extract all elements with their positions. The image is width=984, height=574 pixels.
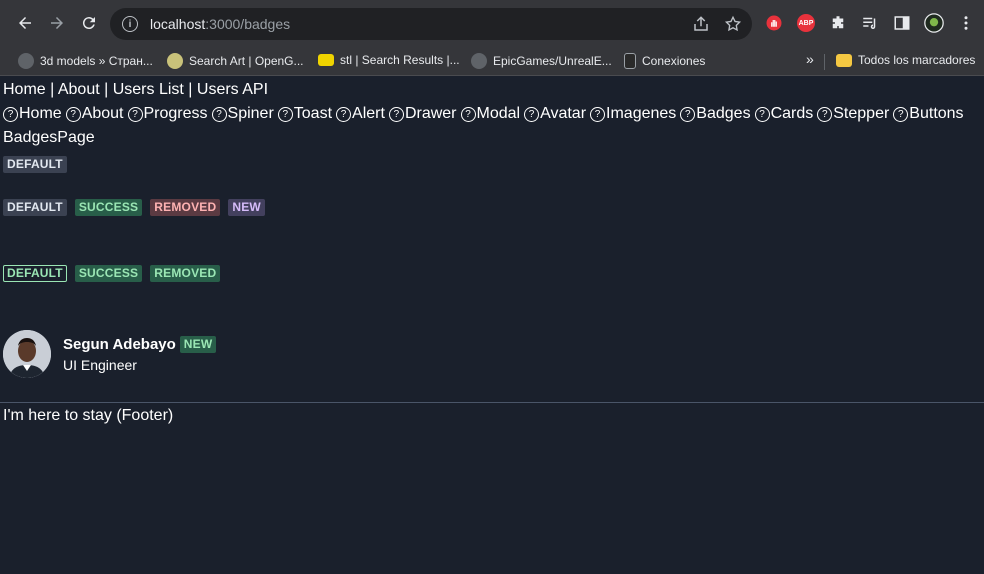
bookmark-epicgames[interactable]: EpicGames/UnrealE...	[471, 53, 612, 69]
component-link-imagenes[interactable]: ? Imagenes	[590, 105, 676, 123]
question-icon: ?	[211, 106, 227, 122]
user-profile: Segun Adebayo NEW UI Engineer	[3, 330, 217, 378]
component-link-modal[interactable]: ? Modal	[460, 105, 520, 123]
component-link-progress[interactable]: ? Progress	[127, 105, 208, 123]
component-link-spiner[interactable]: ? Spiner	[211, 105, 274, 123]
side-panel-icon[interactable]	[892, 13, 912, 33]
badge-default: DEFAULT	[3, 199, 67, 216]
badge-row-styles: DEFAULT SUCCESS REMOVED	[3, 265, 221, 282]
media-queue-icon[interactable]	[860, 13, 880, 33]
question-icon: ?	[893, 106, 909, 122]
globe-icon	[18, 53, 34, 69]
component-link-about[interactable]: ? About	[65, 105, 124, 123]
adblock-extension-icon[interactable]: ABP	[796, 13, 816, 33]
question-icon: ?	[590, 106, 606, 122]
folder-icon	[836, 53, 852, 67]
component-link-badges[interactable]: ? Badges	[680, 105, 751, 123]
question-icon: ?	[127, 106, 143, 122]
badge-row-variants: DEFAULT SUCCESS REMOVED NEW	[3, 199, 265, 216]
question-icon: ?	[3, 106, 18, 122]
avatar	[3, 330, 51, 378]
back-button[interactable]	[11, 9, 39, 37]
component-link-cards[interactable]: ? Cards	[754, 105, 813, 123]
user-photo-icon	[3, 330, 51, 378]
page-body: Home | About | Users List | Users API ? H…	[0, 77, 984, 574]
badge-new: NEW	[179, 335, 217, 353]
nav-users-api-link[interactable]: Users API	[197, 81, 268, 98]
site-info-icon[interactable]: i	[122, 16, 138, 32]
component-link-home[interactable]: ? Home	[3, 105, 62, 123]
badge-new: NEW	[228, 199, 265, 216]
component-link-alert[interactable]: ? Alert	[336, 105, 385, 123]
badge-row-single: DEFAULT	[3, 156, 67, 173]
opengameart-icon	[167, 53, 183, 69]
puzzle-extensions-icon[interactable]	[828, 13, 848, 33]
bookmark-3d-models[interactable]: 3d models » Стран...	[18, 53, 153, 69]
question-icon: ?	[817, 106, 833, 122]
component-link-drawer[interactable]: ? Drawer	[388, 105, 457, 123]
browser-toolbar: i localhost:3000/badges ABP	[0, 0, 984, 46]
hand-extension-icon[interactable]	[764, 13, 784, 33]
bookmark-search-art[interactable]: Search Art | OpenG...	[167, 53, 304, 69]
question-icon: ?	[277, 106, 293, 122]
profile-name: Segun Adebayo NEW	[63, 335, 217, 353]
top-nav: Home | About | Users List | Users API	[3, 81, 269, 98]
question-icon: ?	[336, 106, 352, 122]
component-link-buttons[interactable]: ? Buttons	[893, 105, 964, 123]
bookmarks-bar: 3d models » Стран... Search Art | OpenG.…	[0, 46, 984, 76]
component-link-avatar[interactable]: ? Avatar	[524, 105, 586, 123]
badge-default-outline: DEFAULT	[3, 265, 67, 282]
badge-removed-subtle: REMOVED	[150, 265, 221, 282]
question-icon: ?	[388, 106, 404, 122]
bookmarks-divider	[824, 54, 825, 70]
epic-icon	[624, 53, 636, 69]
question-icon: ?	[524, 106, 540, 122]
profile-avatar-icon[interactable]	[924, 13, 944, 33]
arrow-left-icon	[19, 17, 31, 29]
page-title: BadgesPage	[3, 129, 95, 146]
badge-default: DEFAULT	[3, 156, 67, 173]
bookmark-conexiones[interactable]: Conexiones	[624, 53, 705, 69]
reload-icon	[82, 17, 95, 30]
address-bar[interactable]: i localhost:3000/badges	[110, 8, 752, 40]
nav-users-list-link[interactable]: Users List	[113, 81, 184, 98]
question-icon: ?	[65, 106, 81, 122]
url-text[interactable]: localhost:3000/badges	[150, 16, 290, 32]
footer-text: I'm here to stay (Footer)	[3, 407, 174, 424]
badge-success: SUCCESS	[74, 199, 143, 216]
question-icon: ?	[680, 106, 696, 122]
menu-kebab-icon[interactable]	[956, 13, 976, 33]
reload-button[interactable]	[75, 9, 103, 37]
footer-divider	[0, 402, 984, 403]
nav-about-link[interactable]: About	[58, 81, 100, 98]
component-link-stepper[interactable]: ? Stepper	[817, 105, 889, 123]
github-icon	[471, 53, 487, 69]
nav-home-link[interactable]: Home	[3, 81, 46, 98]
forward-button[interactable]	[43, 9, 71, 37]
more-bookmarks-button[interactable]: »	[806, 51, 814, 67]
question-icon: ?	[460, 106, 476, 122]
all-bookmarks-folder[interactable]: Todos los marcadores	[836, 53, 975, 67]
badge-removed: REMOVED	[150, 199, 221, 216]
share-icon[interactable]	[692, 15, 710, 33]
badge-success-solid: SUCCESS	[74, 265, 143, 282]
profile-role: UI Engineer	[63, 356, 137, 373]
thingiverse-icon	[318, 54, 334, 66]
component-link-toast[interactable]: ? Toast	[277, 105, 332, 123]
component-links: ? Home ? About ? Progress ? Spiner ? Toast ? A…	[3, 105, 968, 123]
question-icon: ?	[754, 106, 770, 122]
bookmark-stl[interactable]: stl | Search Results |...	[318, 53, 460, 67]
star-icon[interactable]	[724, 15, 742, 33]
arrow-right-icon	[51, 17, 63, 29]
